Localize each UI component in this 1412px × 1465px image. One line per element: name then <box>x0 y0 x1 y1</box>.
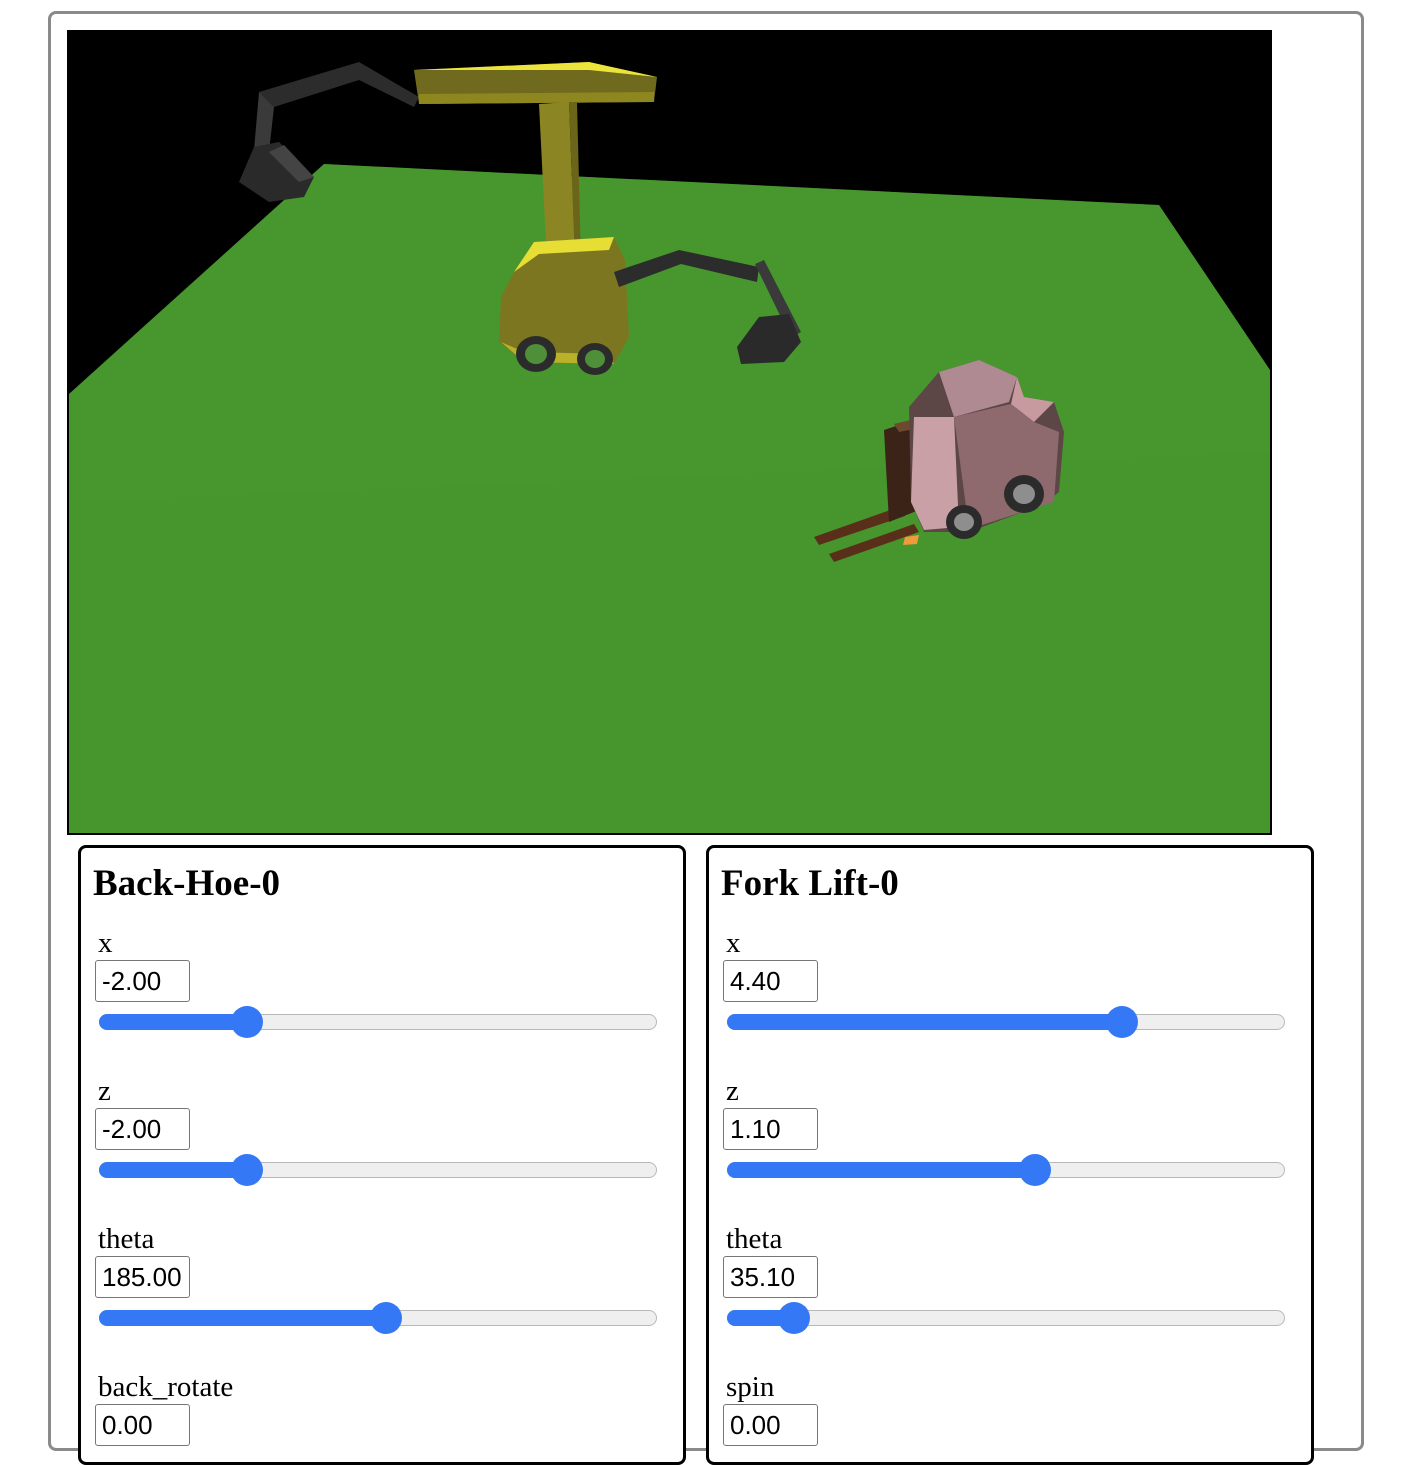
panel-title: Fork Lift-0 <box>721 863 899 904</box>
slider-thumb[interactable] <box>231 1006 263 1038</box>
x-slider[interactable] <box>726 1006 1285 1038</box>
param-label: theta <box>98 1223 155 1255</box>
param-label: x <box>726 927 741 959</box>
theta-value-input[interactable] <box>723 1256 818 1298</box>
theta-value-input[interactable] <box>95 1256 190 1298</box>
slider-thumb[interactable] <box>1019 1154 1051 1186</box>
param-label: back_rotate <box>98 1371 234 1403</box>
3d-viewport-canvas[interactable] <box>67 30 1272 835</box>
param-label: spin <box>726 1371 775 1403</box>
back-rotate-value-input[interactable] <box>95 1404 190 1446</box>
theta-slider[interactable] <box>726 1302 1285 1334</box>
slider-fill <box>98 1309 385 1326</box>
slider-fill <box>98 1161 246 1178</box>
slider-thumb[interactable] <box>778 1302 810 1334</box>
panel-title: Back-Hoe-0 <box>93 863 281 904</box>
param-label: theta <box>726 1223 783 1255</box>
z-slider[interactable] <box>726 1154 1285 1186</box>
slider-thumb[interactable] <box>370 1302 402 1334</box>
theta-slider[interactable] <box>98 1302 657 1334</box>
x-slider[interactable] <box>98 1006 657 1038</box>
param-label: z <box>98 1075 111 1107</box>
slider-fill <box>726 1161 1034 1178</box>
fork-lift-panel: Fork Lift-0 x z theta spin <box>706 845 1314 1465</box>
slider-thumb[interactable] <box>1106 1006 1138 1038</box>
slider-fill <box>726 1013 1121 1030</box>
x-value-input[interactable] <box>95 960 190 1002</box>
slider-fill <box>98 1013 246 1030</box>
param-label: z <box>726 1075 739 1107</box>
slider-thumb[interactable] <box>231 1154 263 1186</box>
spin-value-input[interactable] <box>723 1404 818 1446</box>
z-value-input[interactable] <box>95 1108 190 1150</box>
param-label: x <box>98 927 113 959</box>
back-hoe-panel: Back-Hoe-0 x z theta back_rotate <box>78 845 686 1465</box>
z-slider[interactable] <box>98 1154 657 1186</box>
z-value-input[interactable] <box>723 1108 818 1150</box>
x-value-input[interactable] <box>723 960 818 1002</box>
